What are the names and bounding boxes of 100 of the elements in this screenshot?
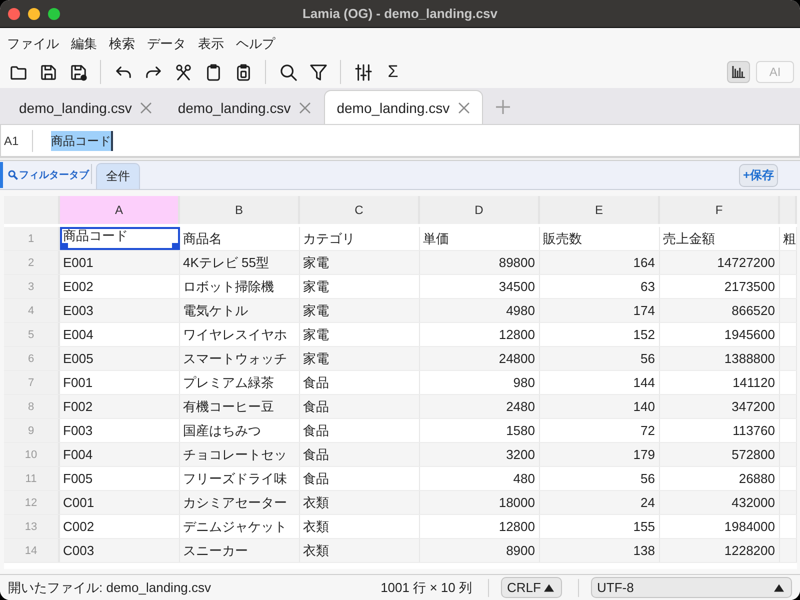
header-corner: [4, 196, 60, 224]
maximize-button[interactable]: [48, 8, 60, 20]
table-cell: 347200: [660, 395, 780, 418]
table-cell: 152: [540, 323, 660, 346]
table-cell: 12800: [420, 515, 540, 538]
close-icon[interactable]: [140, 102, 152, 114]
table-cell: 63: [540, 275, 660, 298]
table-cell: F005: [60, 467, 180, 490]
line-ending-dropdown[interactable]: CRLF: [501, 577, 562, 598]
table-cell: 販売数: [540, 227, 660, 250]
table-cell: 138: [540, 539, 660, 562]
table-cell: 家電: [300, 323, 420, 346]
table-cell: 1388800: [660, 347, 780, 370]
menu-item[interactable]: 検索: [104, 35, 140, 56]
formula-field[interactable]: 商品コード: [51, 130, 799, 152]
table-cell: 164: [540, 251, 660, 274]
table-cell: 12800: [420, 323, 540, 346]
table-cell: フリーズドライ味: [180, 467, 300, 490]
sliders-icon: [354, 64, 372, 80]
menu-item[interactable]: ヘルプ: [231, 35, 280, 56]
floppy-icon: [40, 64, 56, 80]
table-cell: 1580: [420, 419, 540, 442]
table-cell: C002: [60, 515, 180, 538]
sum-button[interactable]: Σ: [380, 59, 406, 85]
clipboard-icon: [204, 64, 222, 80]
selection-handle-icon[interactable]: [62, 243, 68, 248]
column-header[interactable]: B: [180, 196, 300, 224]
table-cell: 衣類: [300, 515, 420, 538]
table-cell: 141120: [660, 371, 780, 394]
column-header[interactable]: F: [660, 196, 780, 224]
table-cell: C001: [60, 491, 180, 514]
table-cell: F001: [60, 371, 180, 394]
encoding-dropdown[interactable]: UTF-8: [591, 577, 792, 598]
table-cell: 174: [540, 299, 660, 322]
menu-item[interactable]: データ: [142, 35, 191, 56]
menu-item[interactable]: 表示: [193, 35, 229, 56]
table-cell: 商品コード: [62, 229, 128, 243]
table-cell: 商品名: [180, 227, 300, 250]
chart-toggle-button[interactable]: [727, 61, 750, 83]
table-cell: E003: [60, 299, 180, 322]
close-icon[interactable]: [458, 102, 470, 114]
funnel-icon: [310, 64, 326, 80]
table-cell: スニーカー: [180, 539, 300, 562]
table-cell: カテゴリ: [300, 227, 420, 250]
column-header[interactable]: C: [300, 196, 420, 224]
window-title: Lamia (OG) - demo_landing.csv: [302, 6, 498, 21]
table-cell: 144: [540, 371, 660, 394]
menu-item[interactable]: ファイル: [2, 35, 64, 56]
filter-tab[interactable]: 全件: [96, 163, 140, 189]
floppy-dot-icon: [70, 64, 86, 80]
table-cell: 食品: [300, 419, 420, 442]
cell-reference: A1: [3, 134, 20, 148]
table-cell: プレミアム緑茶: [180, 371, 300, 394]
column-header[interactable]: D: [420, 196, 540, 224]
table-cell: 売上金額: [660, 227, 780, 250]
table-cell: E005: [60, 347, 180, 370]
tab[interactable]: demo_landing.csv: [324, 90, 483, 124]
table-cell: F004: [60, 443, 180, 466]
menu-item[interactable]: 編集: [66, 35, 102, 56]
scissors-icon: [174, 64, 192, 80]
table-cell: 国産はちみつ: [180, 419, 300, 442]
bar-chart-icon: [732, 66, 745, 78]
table-cell: F003: [60, 419, 180, 442]
table-cell: 有機コーヒー豆: [180, 395, 300, 418]
table-cell: 2480: [420, 395, 540, 418]
table-cell: スマートウォッチ: [180, 347, 300, 370]
table-cell: F002: [60, 395, 180, 418]
column-header[interactable]: A: [60, 196, 180, 224]
table-cell: 432000: [660, 491, 780, 514]
table-cell: 3200: [420, 443, 540, 466]
save-filter-button[interactable]: +保存: [738, 164, 778, 186]
table-cell: 粗: [780, 227, 797, 250]
selection-handle-icon[interactable]: [172, 243, 178, 248]
table-cell: 2173500: [660, 275, 780, 298]
close-button[interactable]: [8, 8, 20, 20]
table-cell: 24: [540, 491, 660, 514]
table-cell: ロボット掃除機: [180, 275, 300, 298]
table-cell: 56: [540, 467, 660, 490]
close-icon[interactable]: [298, 102, 311, 114]
table-cell: 480: [420, 467, 540, 490]
table-cell: 4980: [420, 299, 540, 322]
table-cell: カシミアセーター: [180, 491, 300, 514]
table-cell: 155: [540, 515, 660, 538]
table-cell: 衣類: [300, 539, 420, 562]
search-icon: [8, 170, 18, 180]
table-cell: C003: [60, 539, 180, 562]
table-cell: 980: [420, 371, 540, 394]
redo-icon: [144, 64, 162, 80]
tab[interactable]: demo_landing.csv: [164, 90, 324, 124]
minimize-button[interactable]: [28, 8, 40, 20]
table-cell: 14727200: [660, 251, 780, 274]
table-cell: E002: [60, 275, 180, 298]
search-icon: [280, 64, 296, 80]
table-cell: 衣類: [300, 491, 420, 514]
table-cell: 家電: [300, 347, 420, 370]
column-header[interactable]: E: [540, 196, 660, 224]
undo-icon: [114, 64, 132, 80]
table-cell: 4Kテレビ 55型: [180, 251, 300, 274]
tab[interactable]: demo_landing.csv: [6, 90, 165, 124]
table-cell: 食品: [300, 395, 420, 418]
